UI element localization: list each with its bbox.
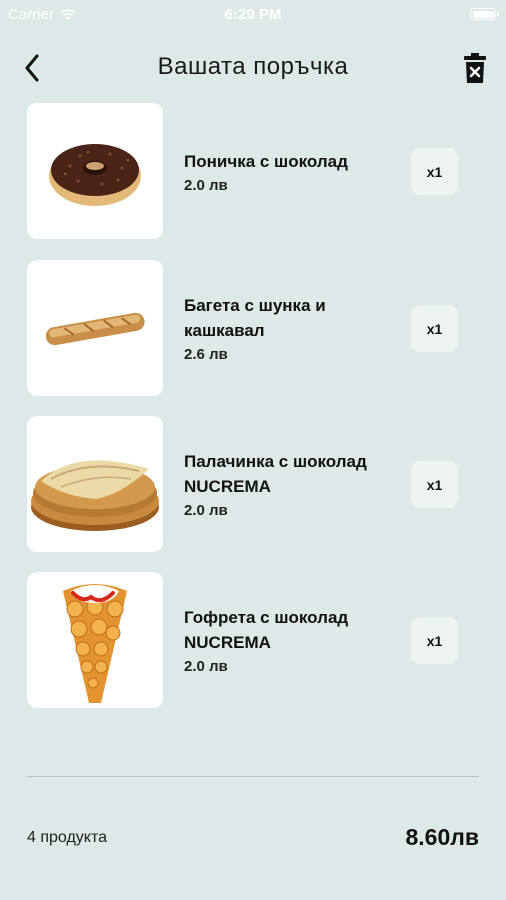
cart-item[interactable]: Палачинка с шоколад NUCREMA 2.0 лв x1 bbox=[27, 416, 479, 552]
clear-cart-button[interactable] bbox=[460, 48, 490, 88]
item-price: 2.6 лв bbox=[184, 346, 228, 363]
item-price: 2.0 лв bbox=[184, 502, 228, 519]
quantity-button[interactable]: x1 bbox=[411, 148, 458, 195]
item-name: Палачинка с шоколад NUCREMA bbox=[184, 452, 367, 496]
battery-icon bbox=[470, 8, 499, 20]
item-info: Багета с шунка и кашкавал 2.6 лв bbox=[184, 260, 394, 396]
item-name: Багета с шунка и кашкавал bbox=[184, 296, 326, 340]
cart-item[interactable]: Багета с шунка и кашкавал 2.6 лв x1 bbox=[27, 260, 479, 396]
product-image-pancakes bbox=[27, 416, 163, 552]
battery-level bbox=[472, 10, 494, 18]
quantity-button[interactable]: x1 bbox=[411, 461, 458, 508]
status-time: 6:29 PM bbox=[224, 6, 282, 23]
status-bar: Carrier 6:29 PM bbox=[0, 0, 506, 30]
product-image-baguette bbox=[27, 260, 163, 396]
bubble-waffle-image bbox=[63, 584, 127, 703]
navigation-bar: Вашата поръчка bbox=[0, 40, 506, 96]
trash-icon bbox=[464, 53, 486, 83]
cart-item[interactable]: Поничка с шоколад 2.0 лв x1 bbox=[27, 103, 479, 239]
item-price: 2.0 лв bbox=[184, 658, 228, 675]
item-name: Гофрета с шоколад NUCREMA bbox=[184, 608, 349, 652]
item-name: Поничка с шоколад bbox=[184, 151, 348, 171]
item-price: 2.0 лв bbox=[184, 176, 228, 194]
page-title: Вашата поръчка bbox=[157, 53, 349, 80]
cart-item[interactable]: Гофрета с шоколад NUCREMA 2.0 лв x1 bbox=[27, 572, 479, 708]
item-info: Палачинка с шоколад NUCREMA 2.0 лв bbox=[184, 416, 394, 552]
item-count: 4 продукта bbox=[27, 829, 108, 846]
order-total: 8.60лв bbox=[405, 824, 479, 850]
item-info: Поничка с шоколад 2.0 лв bbox=[184, 103, 394, 239]
item-info: Гофрета с шоколад NUCREMA 2.0 лв bbox=[184, 572, 394, 708]
quantity-button[interactable]: x1 bbox=[411, 305, 458, 352]
pancakes-image bbox=[31, 460, 159, 531]
quantity-button[interactable]: x1 bbox=[411, 617, 458, 664]
product-image-donut bbox=[27, 103, 163, 239]
baguette-image bbox=[45, 312, 145, 346]
product-image-waffle bbox=[27, 572, 163, 708]
donut-image bbox=[49, 144, 141, 206]
footer-divider bbox=[27, 776, 479, 777]
